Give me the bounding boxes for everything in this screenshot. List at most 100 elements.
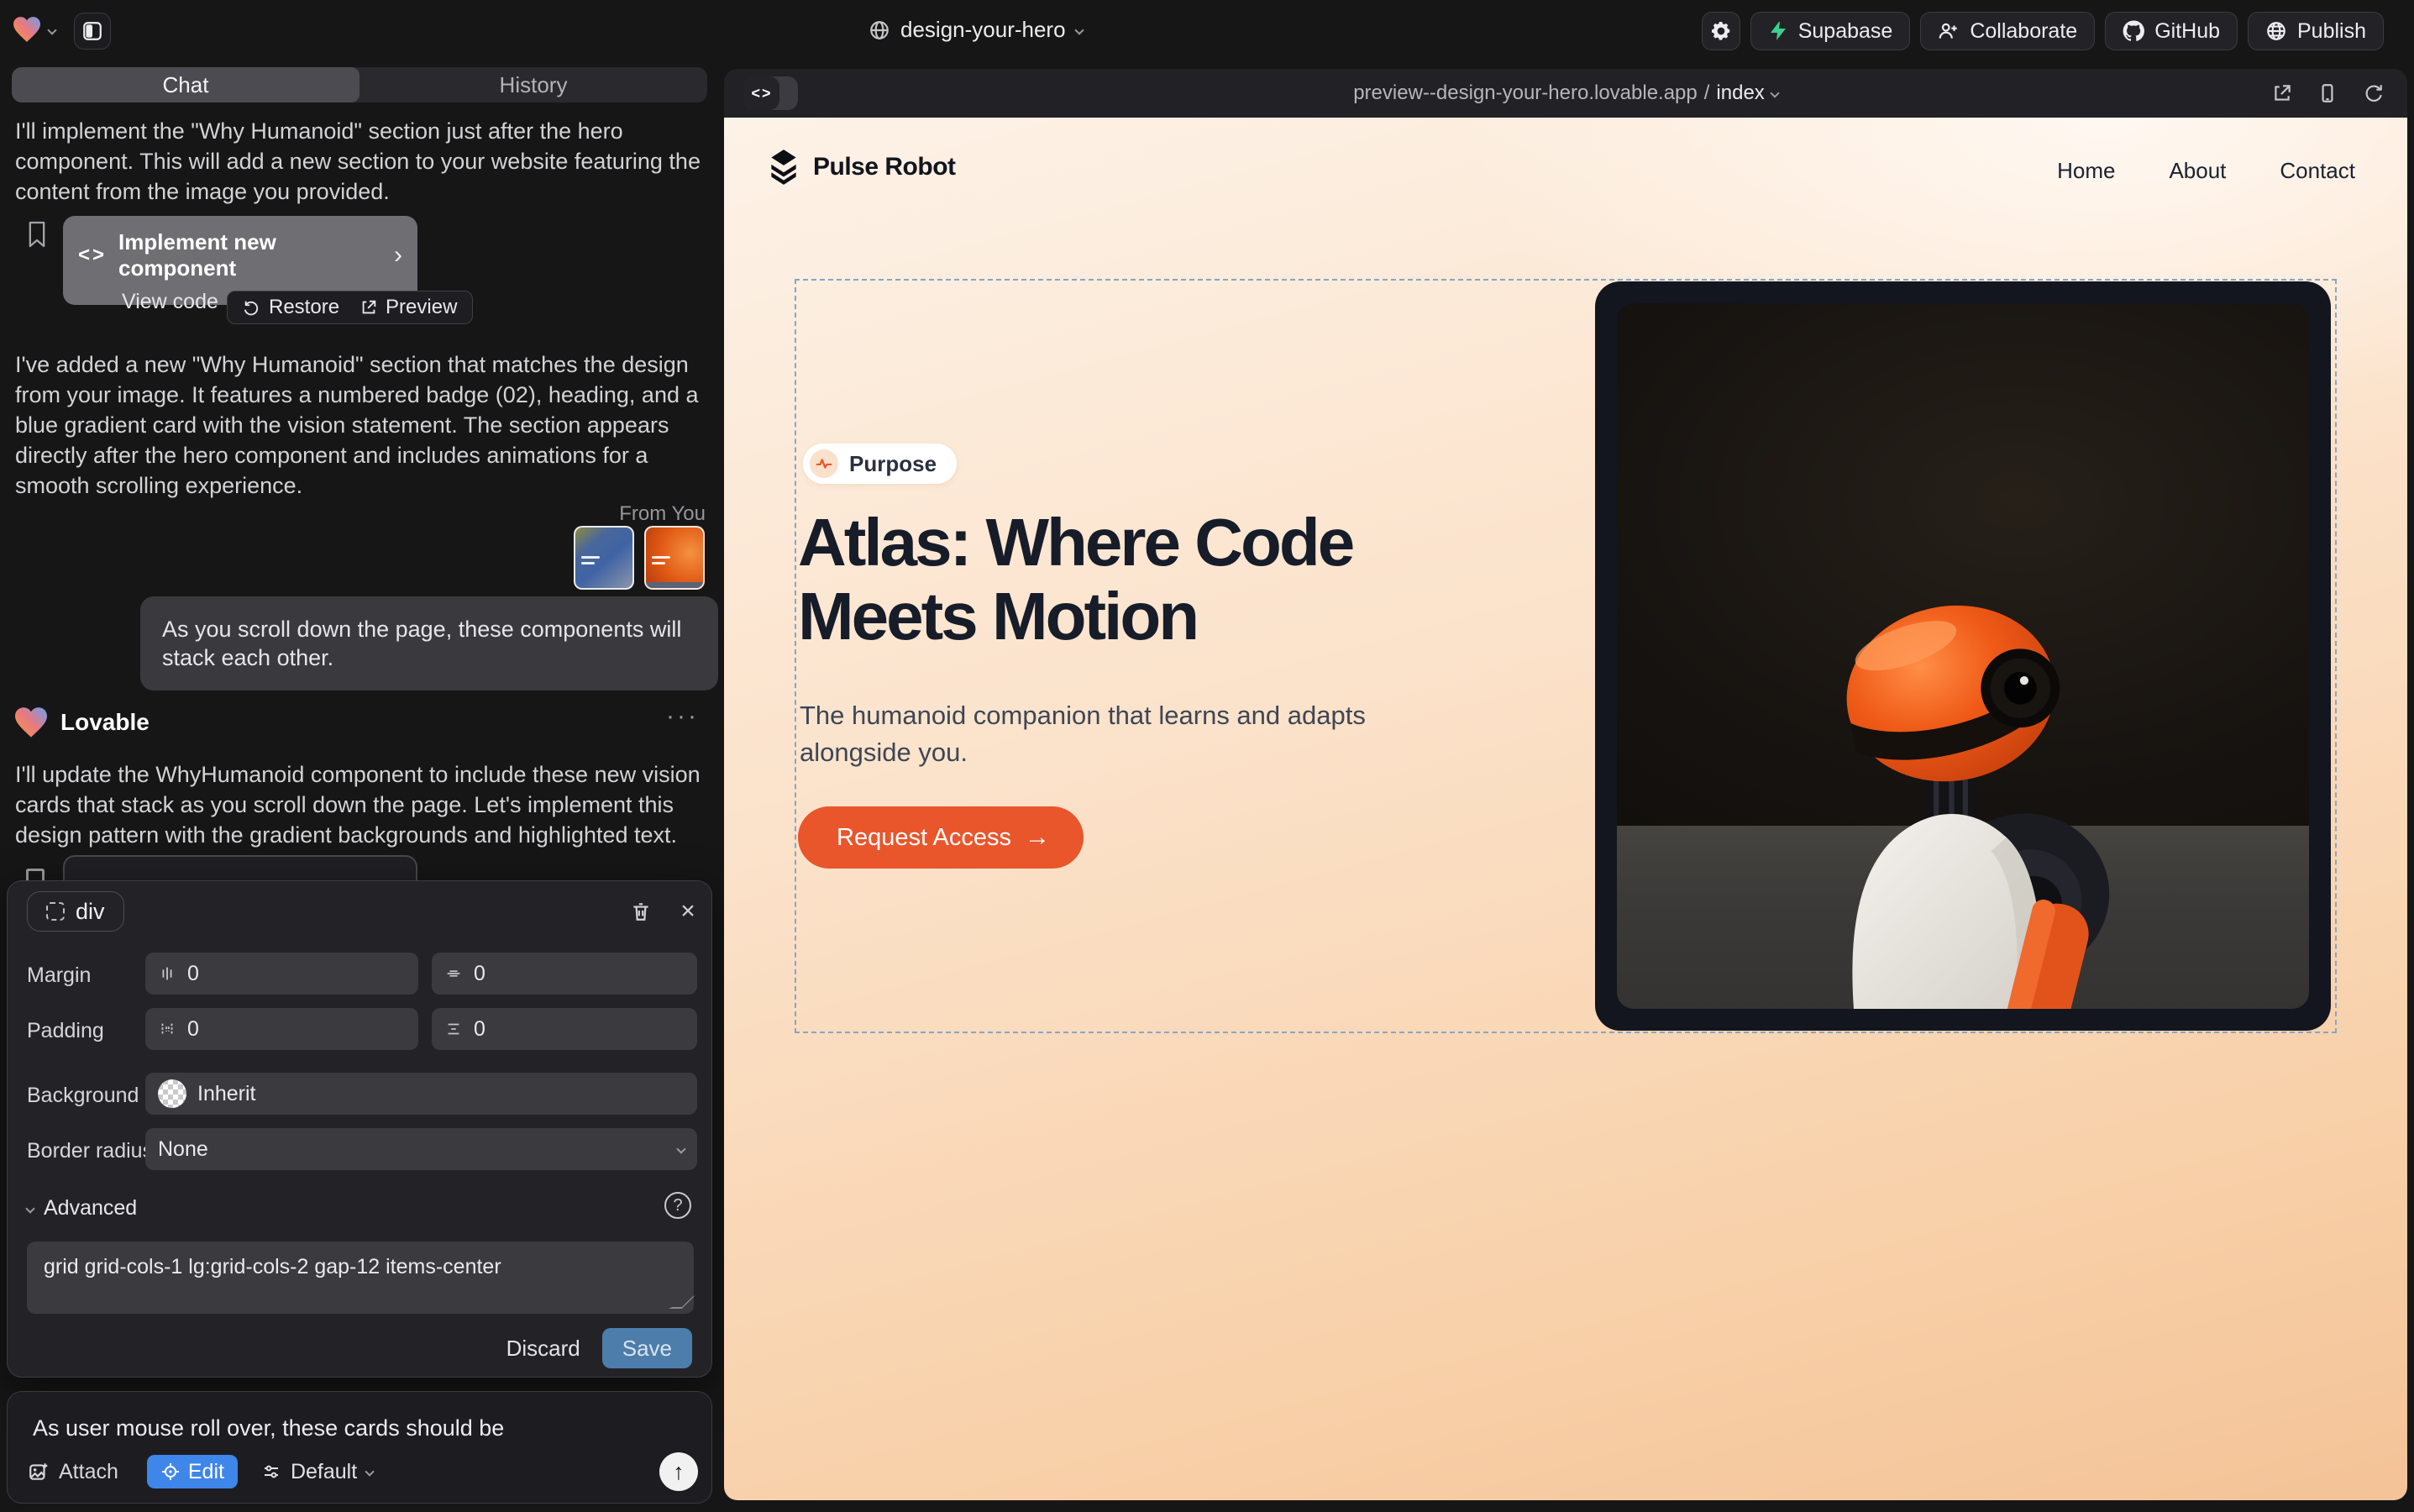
globe-icon — [869, 19, 890, 41]
robot-illustration — [1758, 584, 2153, 1009]
sidebar-icon — [81, 20, 103, 42]
user-message-bubble: As you scroll down the page, these compo… — [140, 596, 718, 690]
chat-panel: Chat History I'll implement the "Why Hum… — [0, 62, 719, 1512]
trash-icon — [630, 900, 652, 922]
topbar-actions: Supabase Collaborate GitHub Publish — [1702, 12, 2384, 50]
model-selector[interactable]: Default — [261, 1460, 373, 1484]
padding-y-input[interactable]: 0 — [432, 1008, 697, 1050]
attach-button[interactable]: Attach — [28, 1460, 118, 1484]
save-button[interactable]: Save — [602, 1328, 692, 1368]
hero-subheadline: The humanoid companion that learns and a… — [800, 697, 1371, 771]
chevron-right-icon: › — [394, 241, 402, 270]
project-chevron-icon — [1074, 25, 1084, 34]
chat-history-tabs: Chat History — [12, 67, 707, 102]
margin-x-icon — [158, 964, 176, 983]
inspector-actions: Discard Save — [506, 1328, 692, 1368]
publish-globe-icon — [2265, 20, 2287, 42]
refresh-icon[interactable] — [2362, 82, 2384, 104]
resize-handle[interactable] — [669, 1295, 695, 1309]
message-options-icon[interactable]: ··· — [666, 702, 699, 731]
preview-button[interactable]: Preview — [359, 296, 457, 319]
assistant-message: I'll update the WhyHumanoid component to… — [15, 759, 704, 850]
composer-input[interactable]: As user mouse roll over, these cards sho… — [33, 1415, 504, 1441]
border-radius-label: Border radius — [27, 1139, 153, 1163]
assistant-header: Lovable — [15, 707, 150, 738]
assistant-name: Lovable — [60, 709, 150, 736]
from-you-label: From You — [619, 502, 706, 526]
arrow-right-icon: → — [1025, 823, 1050, 852]
supabase-button[interactable]: Supabase — [1750, 12, 1911, 50]
supabase-icon — [1768, 21, 1788, 41]
chat-composer[interactable]: As user mouse roll over, these cards sho… — [7, 1391, 712, 1504]
send-button[interactable]: ↑ — [659, 1452, 698, 1491]
attachment-thumbnail-blue[interactable] — [574, 526, 634, 590]
robot-image — [1617, 303, 2309, 1009]
hero-badge-label: Purpose — [849, 451, 937, 477]
chevron-down-icon — [676, 1144, 685, 1153]
advanced-classes-textarea[interactable]: grid grid-cols-1 lg:grid-cols-2 gap-12 i… — [27, 1242, 694, 1314]
delete-element-button[interactable] — [627, 898, 654, 925]
chevron-down-icon — [365, 1467, 375, 1476]
preview-actions — [2271, 82, 2384, 104]
close-inspector-button[interactable]: × — [674, 898, 701, 925]
attachment-thumbnails — [574, 526, 705, 590]
publish-button[interactable]: Publish — [2248, 12, 2384, 50]
edit-mode-button[interactable]: Edit — [147, 1455, 238, 1488]
assistant-message: I'll implement the "Why Humanoid" sectio… — [15, 116, 704, 207]
preview-url-bar[interactable]: preview--design-your-hero.lovable.app / … — [724, 69, 2407, 118]
transparency-swatch-icon — [158, 1079, 186, 1108]
preview-toolbar: <> preview--design-your-hero.lovable.app… — [724, 69, 2407, 118]
padding-y-icon — [444, 1020, 463, 1038]
bookmark-icon[interactable] — [25, 220, 49, 249]
padding-x-icon — [158, 1020, 176, 1038]
restore-icon — [243, 298, 261, 317]
tab-chat[interactable]: Chat — [12, 67, 359, 102]
margin-x-input[interactable]: 0 — [145, 953, 418, 995]
request-access-button[interactable]: Request Access → — [798, 806, 1084, 869]
chevron-down-icon — [1770, 88, 1779, 97]
open-in-new-tab-icon[interactable] — [2271, 82, 2293, 104]
background-label: Background — [27, 1084, 139, 1108]
component-card-title: Implement new component — [118, 229, 382, 281]
padding-label: Padding — [27, 1019, 104, 1043]
hero-headline: Atlas: Where Code Meets Motion — [798, 506, 1352, 654]
preview-panel: <> preview--design-your-hero.lovable.app… — [724, 69, 2407, 1500]
site-canvas: Pulse Robot Home About Contact Purpose A… — [724, 118, 2407, 1500]
nav-link-home[interactable]: Home — [2057, 158, 2115, 184]
nav-link-contact[interactable]: Contact — [2280, 158, 2355, 184]
selected-element-tag[interactable]: div — [27, 891, 124, 932]
padding-x-input[interactable]: 0 — [145, 1008, 418, 1050]
logo-menu-chevron-icon[interactable] — [49, 27, 55, 34]
crosshair-icon — [160, 1462, 181, 1482]
project-switcher[interactable]: design-your-hero — [869, 17, 1083, 43]
gear-icon — [1710, 20, 1732, 42]
discard-button[interactable]: Discard — [506, 1336, 580, 1362]
chevron-down-icon — [25, 1204, 34, 1213]
settings-button[interactable] — [1702, 12, 1740, 50]
composer-toolbar: Attach Edit Default ↑ — [28, 1452, 698, 1491]
advanced-section-toggle[interactable]: Advanced — [27, 1196, 137, 1221]
github-icon — [2123, 20, 2144, 42]
tab-history[interactable]: History — [359, 67, 707, 102]
mobile-view-icon[interactable] — [2317, 82, 2338, 104]
site-logo[interactable]: Pulse Robot — [766, 148, 956, 186]
border-radius-select[interactable]: None — [145, 1128, 697, 1170]
preview-route: index — [1716, 81, 1764, 105]
github-button[interactable]: GitHub — [2105, 12, 2238, 50]
element-inspector-panel: div × Margin 0 0 Padding 0 0 — [7, 880, 712, 1378]
nav-link-about[interactable]: About — [2169, 158, 2226, 184]
version-actions: Restore Preview — [227, 291, 473, 324]
attachment-thumbnail-orange[interactable] — [644, 526, 705, 590]
project-name: design-your-hero — [900, 17, 1066, 43]
pulse-icon — [810, 449, 838, 478]
restore-button[interactable]: Restore — [243, 296, 339, 319]
background-input[interactable]: Inherit — [145, 1073, 697, 1115]
margin-y-input[interactable]: 0 — [432, 953, 697, 995]
sidebar-toggle-button[interactable] — [74, 13, 111, 50]
site-nav: Home About Contact — [2057, 158, 2355, 184]
preview-url: preview--design-your-hero.lovable.app — [1353, 81, 1698, 105]
external-link-icon — [359, 298, 378, 317]
lovable-logo-icon[interactable] — [13, 17, 40, 42]
help-icon[interactable]: ? — [664, 1192, 691, 1219]
collaborate-button[interactable]: Collaborate — [1920, 12, 2095, 50]
